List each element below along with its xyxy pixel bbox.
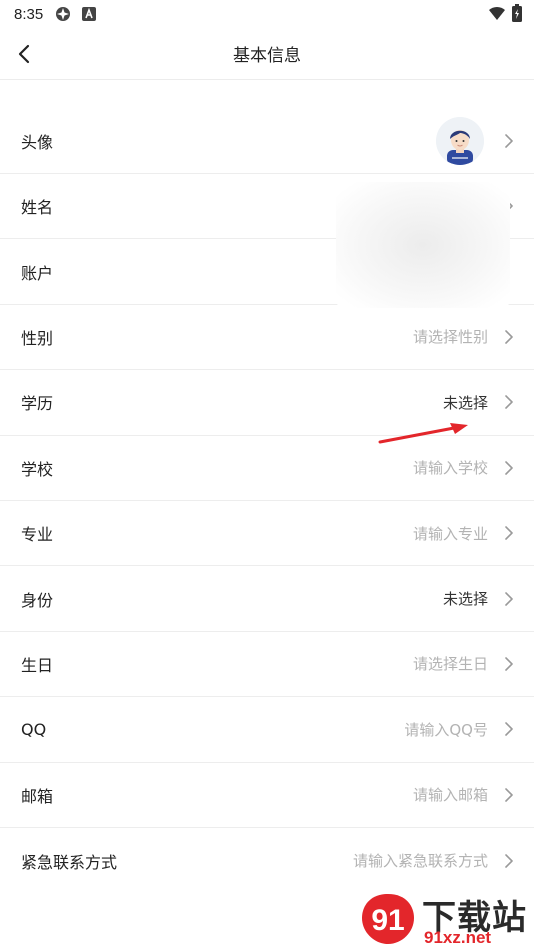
android-notification-icon xyxy=(81,6,97,22)
row-label: 生日 xyxy=(21,655,54,675)
app-notification-icon xyxy=(55,6,71,22)
identity-value: 未选择 xyxy=(442,590,488,609)
status-bar: 8:35 xyxy=(0,0,534,28)
qq-value: 请输入QQ号 xyxy=(404,720,488,739)
row-label: 专业 xyxy=(21,525,54,545)
email-value: 请输入邮箱 xyxy=(412,786,488,805)
chevron-right-icon xyxy=(505,133,513,148)
major-row[interactable]: 专业 请输入专业 xyxy=(0,501,534,567)
avatar[interactable] xyxy=(436,116,484,165)
chevron-right-icon xyxy=(505,722,513,737)
gender-value: 请选择性别 xyxy=(412,328,488,347)
chevron-right-icon xyxy=(505,787,513,802)
row-label: 邮箱 xyxy=(21,786,54,806)
status-time: 8:35 xyxy=(14,5,44,23)
chevron-right-icon xyxy=(505,526,513,540)
gender-row[interactable]: 性别 请选择性别 xyxy=(0,305,534,371)
row-label: 学校 xyxy=(21,459,54,479)
blurred-redaction xyxy=(336,182,510,308)
battery-icon xyxy=(512,4,522,22)
education-value: 未选择 xyxy=(442,393,488,412)
wifi-icon xyxy=(488,5,506,21)
major-value: 请输入专业 xyxy=(412,524,488,543)
navigation-bar: 基本信息 xyxy=(0,28,534,80)
back-arrow-icon xyxy=(18,44,30,64)
back-button[interactable] xyxy=(10,40,38,68)
email-row[interactable]: 邮箱 请输入邮箱 xyxy=(0,763,534,828)
school-value: 请输入学校 xyxy=(412,459,488,478)
birthday-value: 请选择生日 xyxy=(412,655,488,674)
red-arrow-annotation xyxy=(378,423,468,444)
svg-text:91: 91 xyxy=(371,904,404,937)
chevron-right-icon xyxy=(505,330,513,344)
row-label: 紧急联系方式 xyxy=(21,852,118,872)
identity-row[interactable]: 身份 未选择 xyxy=(0,566,534,632)
chevron-right-icon xyxy=(505,853,513,868)
row-label: 身份 xyxy=(21,590,54,610)
qq-row[interactable]: QQ 请输入QQ号 xyxy=(0,697,534,763)
emergency-contact-row[interactable]: 紧急联系方式 请输入紧急联系方式 xyxy=(0,828,534,893)
site-watermark: 91 下载站 91xz.net xyxy=(358,890,530,948)
watermark-url: 91xz.net xyxy=(424,928,492,947)
row-label: 头像 xyxy=(21,132,54,152)
chevron-right-icon xyxy=(505,460,513,475)
status-right xyxy=(488,4,522,22)
row-label: QQ xyxy=(21,719,47,739)
avatar-row[interactable]: 头像 xyxy=(0,108,534,174)
emergency-contact-value: 请输入紧急联系方式 xyxy=(352,852,488,871)
row-label: 学历 xyxy=(21,394,54,414)
chevron-right-icon xyxy=(505,395,513,410)
row-label: 性别 xyxy=(21,328,54,348)
chevron-right-icon xyxy=(505,657,513,671)
birthday-row[interactable]: 生日 请选择生日 xyxy=(0,632,534,698)
page-title: 基本信息 xyxy=(233,46,301,66)
chevron-right-icon xyxy=(505,591,513,606)
watermark-logo-icon: 91 xyxy=(362,894,414,944)
